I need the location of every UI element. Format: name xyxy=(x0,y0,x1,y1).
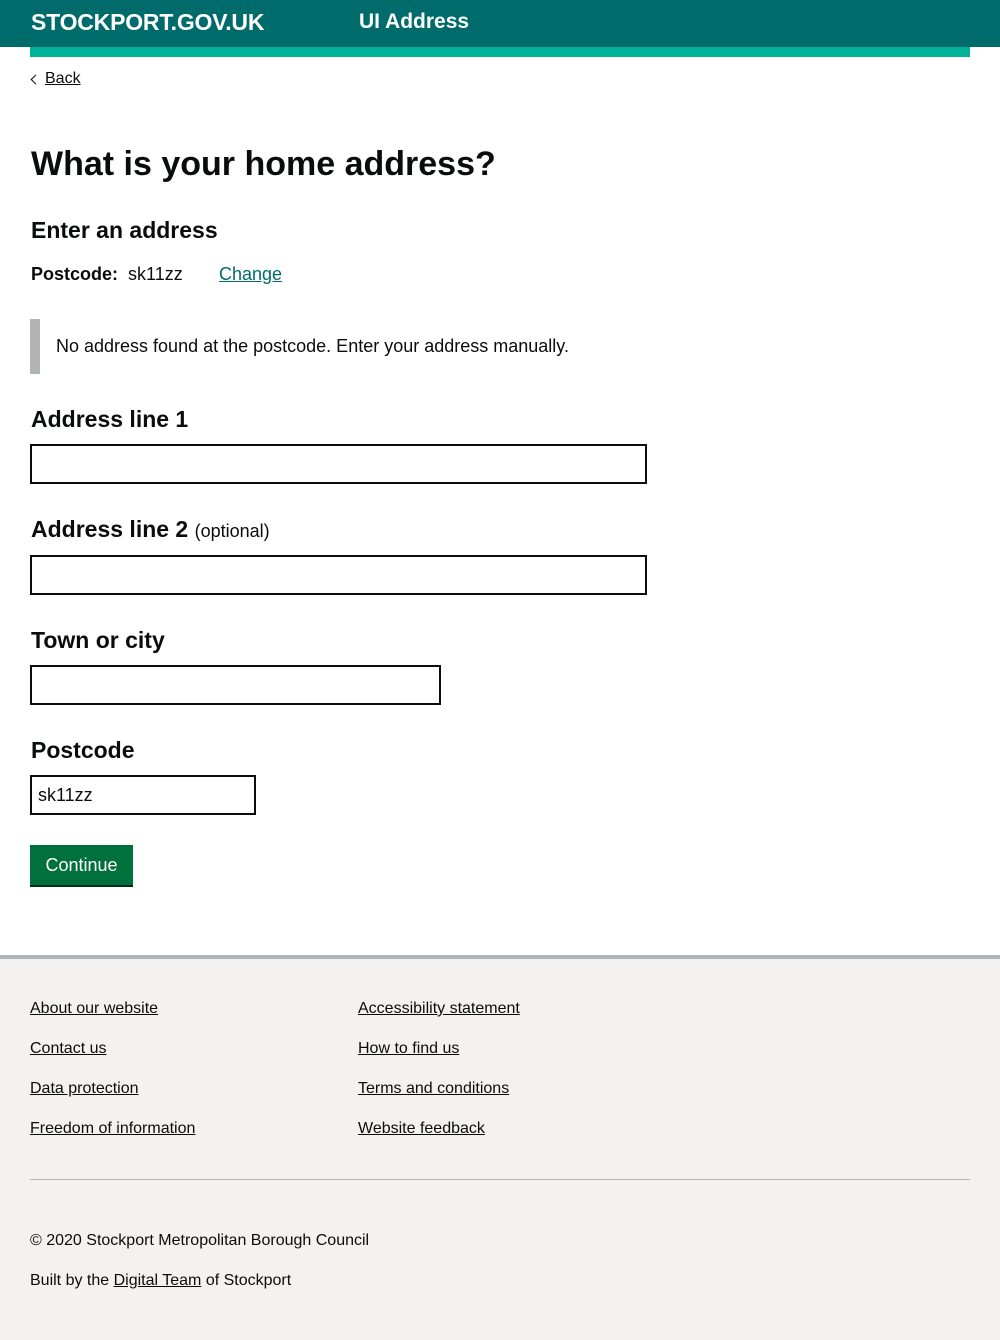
site-logo-link[interactable]: STOCKPORT.GOV.UK xyxy=(31,9,264,36)
footer-link-data-protection[interactable]: Data protection xyxy=(30,1080,139,1098)
footer-link-feedback[interactable]: Website feedback xyxy=(358,1120,485,1138)
postcode-summary-value: sk11zz xyxy=(128,264,183,284)
site-footer: About our website Contact us Data protec… xyxy=(0,955,1000,1340)
address-line-1-label: Address line 1 xyxy=(31,406,189,432)
footer-link-find-us[interactable]: How to find us xyxy=(358,1040,459,1058)
address-line-2-label-text: Address line 2 xyxy=(31,516,189,542)
address-line-2-label: Address line 2 (optional) xyxy=(31,516,270,543)
no-address-inset: No address found at the postcode. Enter … xyxy=(30,319,730,374)
footer-link-foi[interactable]: Freedom of information xyxy=(30,1120,195,1138)
footer-link-terms[interactable]: Terms and conditions xyxy=(358,1080,509,1098)
footer-link-contact[interactable]: Contact us xyxy=(30,1040,106,1058)
footer-link-about[interactable]: About our website xyxy=(30,1000,158,1018)
built-by-prefix: Built by the xyxy=(30,1272,110,1289)
postcode-summary: Postcode: sk11zz Change xyxy=(31,264,282,285)
address-line-2-input[interactable] xyxy=(30,555,647,595)
built-by-suffix: of Stockport xyxy=(205,1272,292,1289)
change-postcode-link[interactable]: Change xyxy=(219,264,282,285)
footer-link-accessibility[interactable]: Accessibility statement xyxy=(358,1000,520,1018)
continue-button[interactable]: Continue xyxy=(30,845,133,885)
footer-built-by: Built by the Digital Team of Stockport xyxy=(30,1272,291,1290)
optional-hint: (optional) xyxy=(194,521,270,541)
footer-divider xyxy=(30,1179,970,1180)
footer-copyright: © 2020 Stockport Metropolitan Borough Co… xyxy=(30,1232,370,1249)
page-title: What is your home address? xyxy=(31,145,496,183)
section-heading: Enter an address xyxy=(31,217,218,243)
digital-team-link[interactable]: Digital Team xyxy=(114,1272,202,1289)
postcode-input[interactable] xyxy=(30,775,256,815)
chevron-left-icon xyxy=(30,74,41,84)
back-link[interactable]: Back xyxy=(30,70,81,88)
service-name-link[interactable]: UI Address xyxy=(359,10,469,34)
address-line-1-input[interactable] xyxy=(30,444,647,484)
town-input[interactable] xyxy=(30,665,441,705)
back-link-label: Back xyxy=(45,70,81,87)
header-accent-bar xyxy=(30,47,970,57)
postcode-summary-label: Postcode: xyxy=(31,264,119,284)
site-header: STOCKPORT.GOV.UK UI Address xyxy=(0,0,1000,47)
town-label: Town or city xyxy=(31,627,165,653)
postcode-label: Postcode xyxy=(31,737,135,763)
